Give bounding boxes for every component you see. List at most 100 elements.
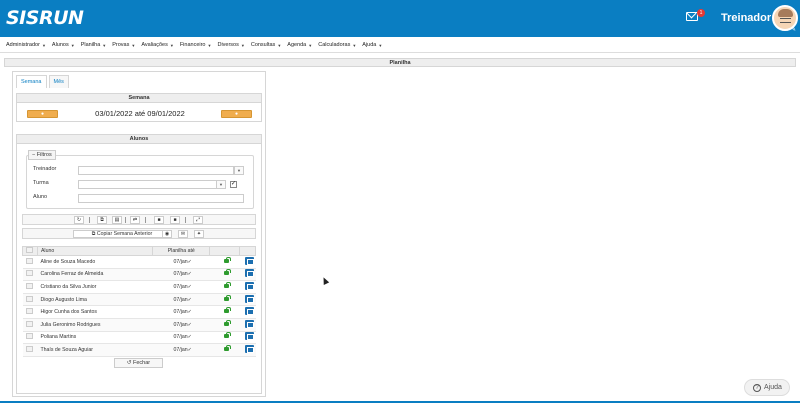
edit-planilha-icon[interactable] <box>244 319 254 328</box>
close-button[interactable]: ↺ Fechar <box>114 358 163 368</box>
unlock-icon[interactable] <box>223 281 231 288</box>
row-checkbox[interactable] <box>25 333 33 340</box>
row-checkbox[interactable] <box>25 257 33 264</box>
student-name[interactable]: Thaís de Souza Aguiar <box>37 343 153 357</box>
pin-button[interactable]: ✦ <box>194 230 204 238</box>
menu-item-9[interactable]: Calculadoras ▼ <box>318 42 356 48</box>
check-icon: ✓ <box>187 296 193 303</box>
edit-planilha-icon[interactable] <box>244 269 254 278</box>
semana-box: Semana 03/01/2022 até 09/01/2022 ● ● <box>16 93 262 122</box>
menu-item-label: Diversos <box>217 42 239 48</box>
unlock-icon[interactable] <box>223 269 231 276</box>
filters-toggle[interactable]: − Filtros <box>28 150 56 160</box>
refresh-button[interactable]: ↻ <box>74 216 84 224</box>
swap-button[interactable]: ⇄ <box>130 216 140 224</box>
select-all-checkbox[interactable] <box>26 247 33 253</box>
menu-item-1[interactable]: Alunos ▼ <box>52 42 75 48</box>
turma-select[interactable] <box>78 180 218 189</box>
copy-previous-week-button[interactable]: ⧉ Copiar Semana Anterior <box>73 230 171 238</box>
previous-week-button[interactable]: ● <box>27 110 58 118</box>
turma-checkbox[interactable]: ✓ <box>230 181 237 188</box>
row-checkbox[interactable] <box>25 270 33 277</box>
edit-planilha-icon[interactable] <box>244 332 254 341</box>
next-week-button[interactable]: ● <box>221 110 252 118</box>
table-row[interactable]: Higor Cunha dos Santos 07/jan✓ <box>22 305 256 319</box>
column-action <box>239 246 256 256</box>
unlock-icon[interactable] <box>223 332 231 339</box>
unlock-icon[interactable] <box>223 307 231 314</box>
tab-semana[interactable]: Semana <box>16 75 47 88</box>
menu-item-10[interactable]: Ajuda ▼ <box>362 42 382 48</box>
app-logo[interactable]: SISRUN <box>6 7 84 29</box>
menu-item-5[interactable]: Financeiro ▼ <box>180 42 212 48</box>
treinador-select[interactable] <box>78 166 234 175</box>
unlock-icon[interactable] <box>223 256 231 263</box>
check-icon: ✓ <box>187 334 193 341</box>
tab-mes[interactable]: Mês <box>48 75 69 88</box>
chevron-down-icon: ▼ <box>237 168 241 173</box>
copy-icon: ⧉ <box>100 217 104 223</box>
help-button[interactable]: ? Ajuda <box>744 379 790 396</box>
top-bar: SISRUN 1 Treinador ✎ <box>0 0 800 37</box>
table-row[interactable]: Aline de Souza Macedo 07/jan✓ <box>22 255 256 269</box>
student-name[interactable]: Diogo Augusto Lima <box>37 293 153 307</box>
menu-item-8[interactable]: Agenda ▼ <box>287 42 312 48</box>
student-name[interactable]: Higor Cunha dos Santos <box>37 305 153 319</box>
lock-button[interactable]: ■ <box>170 216 180 224</box>
turma-dropdown-button[interactable]: ▼ <box>216 180 226 189</box>
paste-icon: ▤ <box>114 217 120 223</box>
treinador-dropdown-button[interactable]: ▼ <box>234 166 244 175</box>
table-row[interactable]: Julia Geronimo Rodrigues 07/jan✓ <box>22 318 256 332</box>
expand-button[interactable]: ⤢ <box>193 216 203 224</box>
edit-planilha-icon[interactable] <box>244 256 254 265</box>
planilha-until: 07/jan <box>173 283 188 290</box>
table-row[interactable]: Cristiano da Silva Junior 07/jan✓ <box>22 280 256 294</box>
copy-button[interactable]: ⧉ <box>97 216 107 224</box>
row-checkbox[interactable] <box>25 295 33 302</box>
unlock-icon[interactable] <box>223 319 231 326</box>
unlock-icon[interactable] <box>223 294 231 301</box>
paste-button[interactable]: ▤ <box>112 216 122 224</box>
table-row[interactable]: Thaís de Souza Aguiar 07/jan✓ <box>22 343 256 357</box>
previous-icon: ● <box>40 111 45 117</box>
user-name[interactable]: Treinador <box>721 12 771 24</box>
menu-item-4[interactable]: Avaliações ▼ <box>141 42 173 48</box>
select-all-header[interactable] <box>22 246 38 256</box>
student-name[interactable]: Cristiano da Silva Junior <box>37 280 153 294</box>
edit-planilha-icon[interactable] <box>244 307 254 316</box>
row-checkbox[interactable] <box>25 345 33 352</box>
chevron-down-icon: ▼ <box>131 42 136 48</box>
table-row[interactable]: Diogo Augusto Lima 07/jan✓ <box>22 293 256 307</box>
student-name[interactable]: Carolina Ferraz de Almeida <box>37 268 153 282</box>
student-name[interactable]: Poliana Martins <box>37 331 153 345</box>
menu-item-2[interactable]: Planilha ▼ <box>81 42 107 48</box>
column-planilha-ate[interactable]: Planilha até <box>152 246 211 256</box>
row-checkbox[interactable] <box>25 320 33 327</box>
unlock-icon[interactable] <box>223 344 231 351</box>
edit-planilha-icon[interactable] <box>244 281 254 290</box>
menu-item-0[interactable]: Administrador ▼ <box>6 42 46 48</box>
table-row[interactable]: Poliana Martins 07/jan✓ <box>22 331 256 345</box>
edit-planilha-icon[interactable] <box>244 294 254 303</box>
menu-item-6[interactable]: Diversos ▼ <box>217 42 244 48</box>
menu-item-7[interactable]: Consultas ▼ <box>251 42 281 48</box>
row-select-cell <box>22 331 38 345</box>
student-name[interactable]: Julia Geronimo Rodrigues <box>37 318 153 332</box>
aluno-input[interactable] <box>78 194 244 203</box>
row-checkbox[interactable] <box>25 282 33 289</box>
separator <box>145 217 146 223</box>
toolbar-week: ⧉ Copiar Semana Anterior ◉ ✉ ✦ <box>22 228 256 239</box>
lock-cell <box>209 318 240 332</box>
table-row[interactable]: Carolina Ferraz de Almeida 07/jan✓ <box>22 268 256 282</box>
view-button[interactable]: ◉ <box>162 230 172 238</box>
student-name[interactable]: Aline de Souza Macedo <box>37 255 153 269</box>
row-checkbox[interactable] <box>25 308 33 315</box>
unlock-button[interactable]: ■ <box>154 216 164 224</box>
edit-planilha-icon[interactable] <box>244 344 254 353</box>
edit-icon[interactable]: ✎ <box>791 27 797 33</box>
planilha-until-cell: 07/jan✓ <box>152 268 210 282</box>
column-aluno[interactable]: Aluno <box>36 246 154 256</box>
email-button[interactable]: ✉ <box>178 230 188 238</box>
menu-item-3[interactable]: Provas ▼ <box>112 42 135 48</box>
check-icon: ✓ <box>187 283 193 290</box>
